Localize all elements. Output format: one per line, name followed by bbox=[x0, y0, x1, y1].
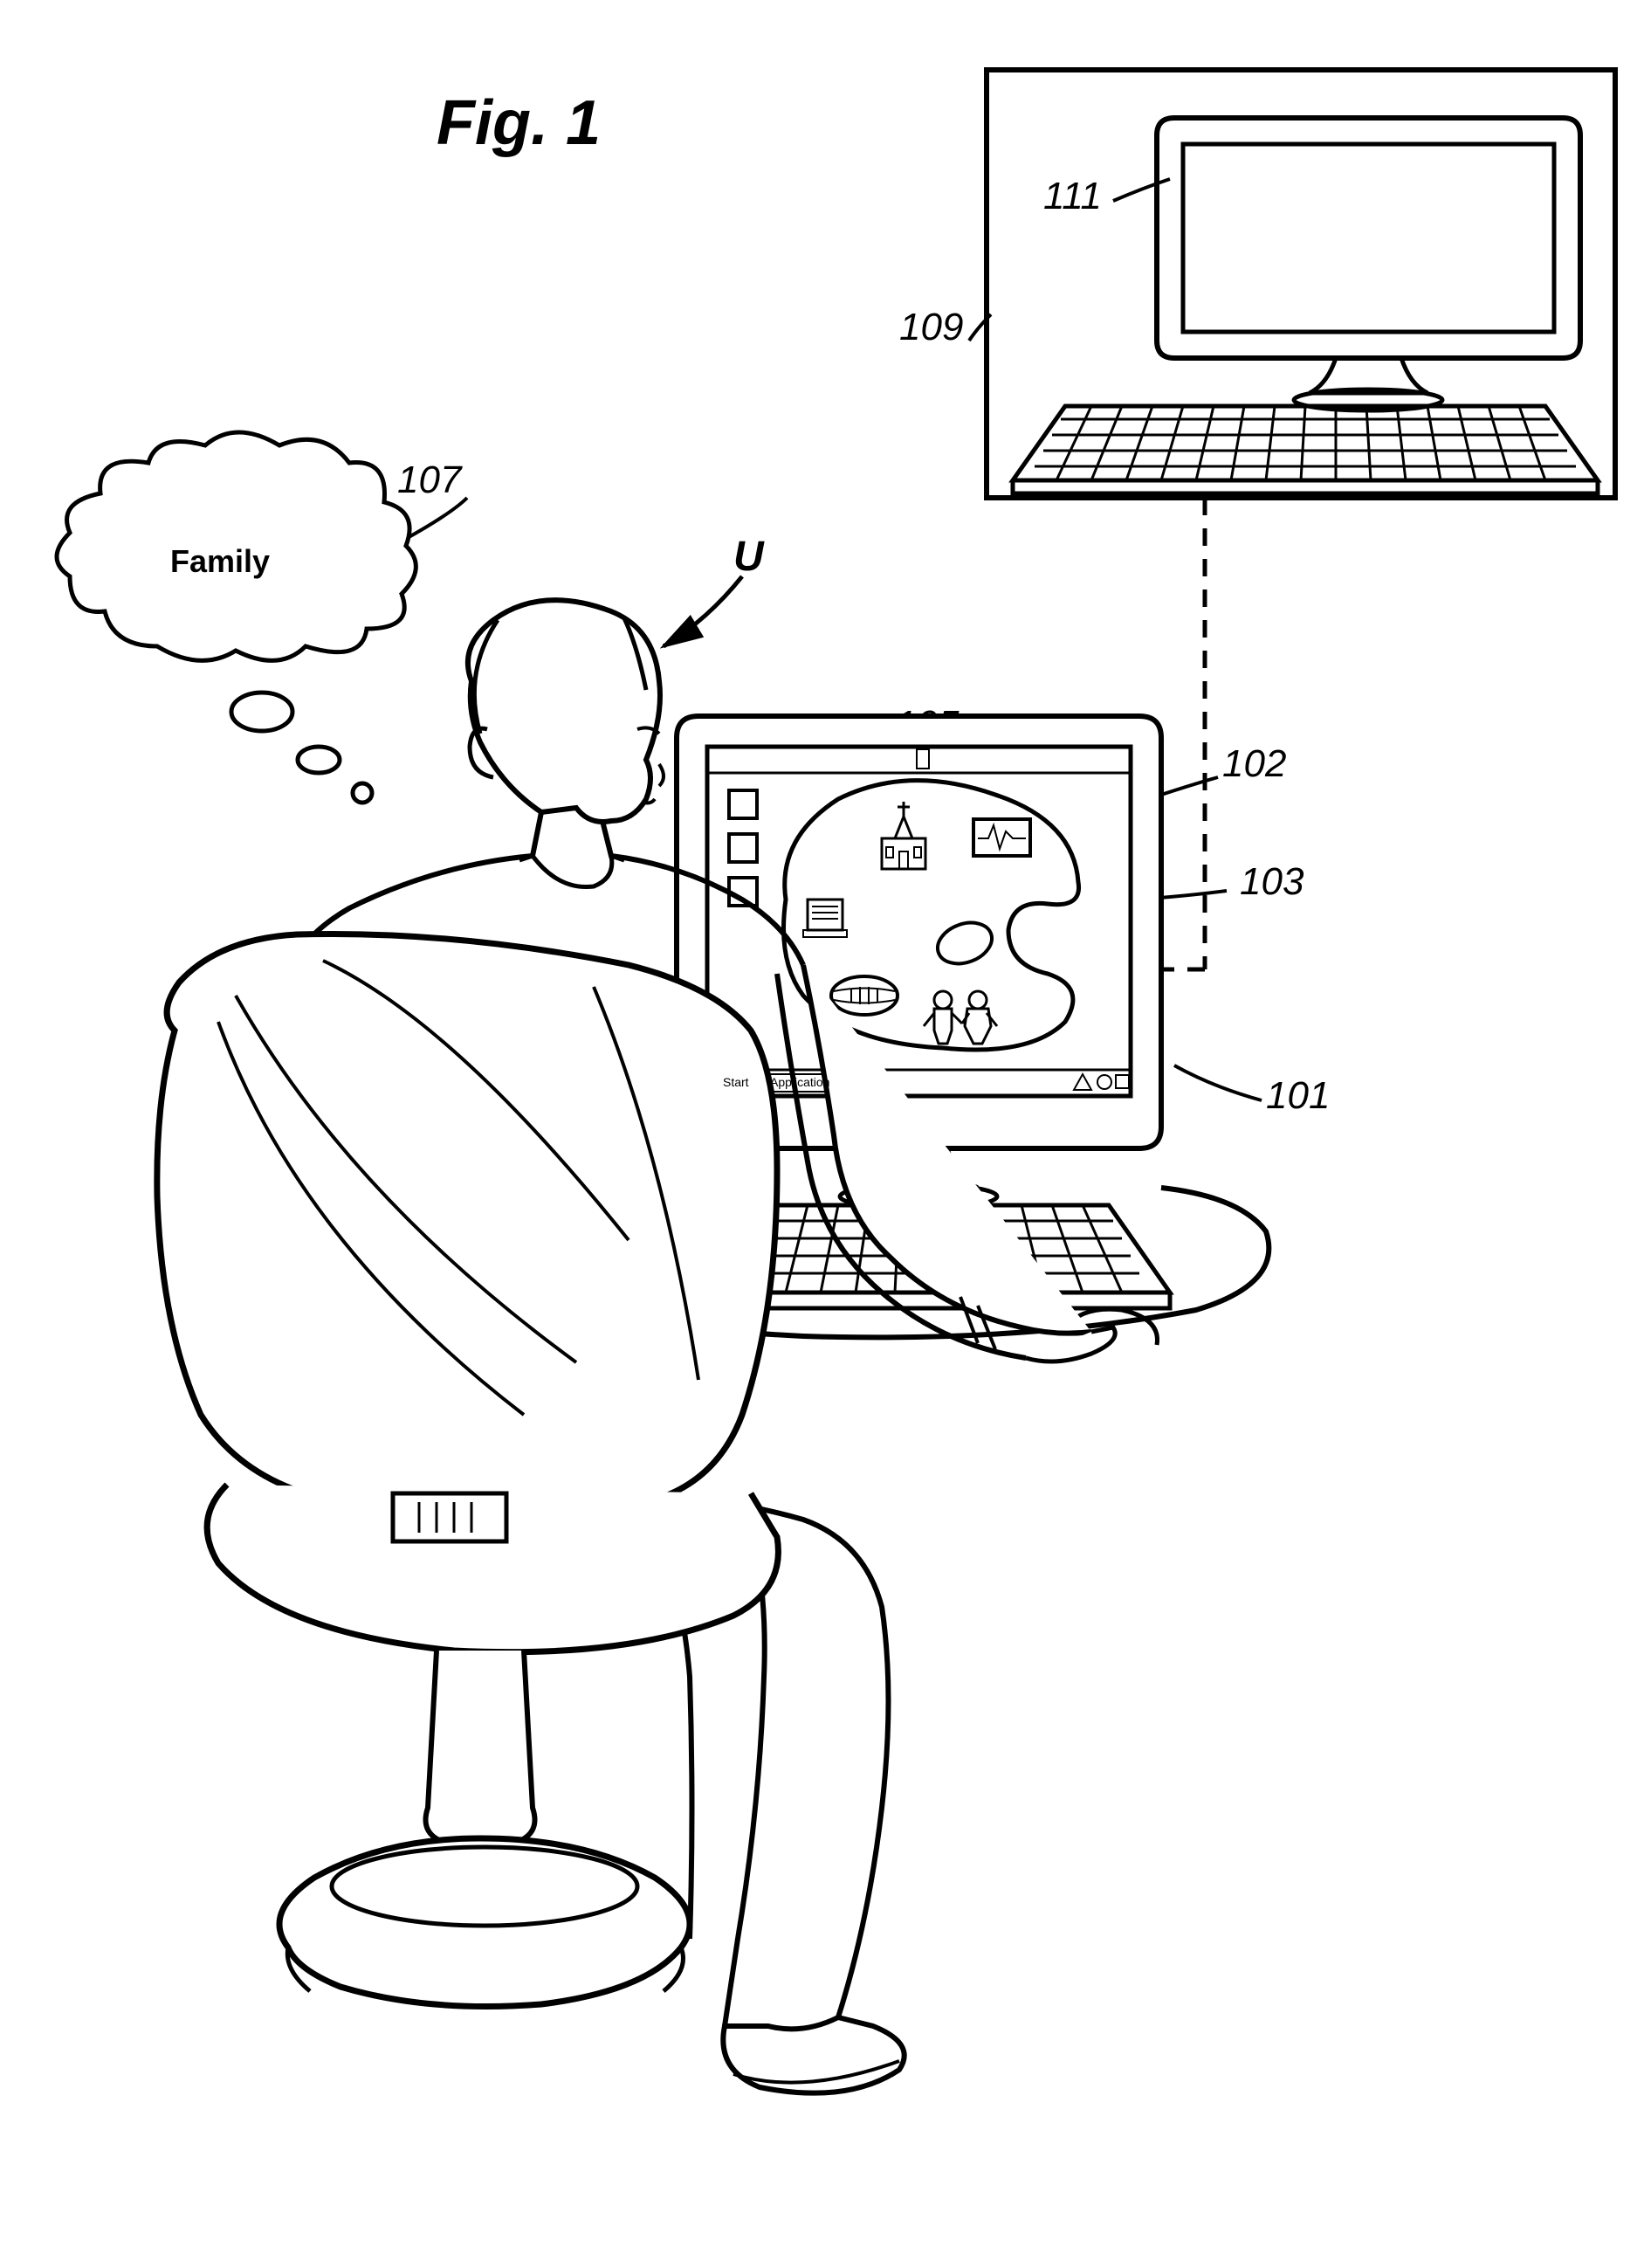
thought-text-svg: Family bbox=[170, 543, 270, 579]
patent-figure-page: Fig. 1 U 107 111 109 105 102 103 101 bbox=[17, 17, 1644, 2251]
thought-bubble: Family bbox=[57, 432, 416, 803]
taskbar-app-text: Application bbox=[770, 1075, 830, 1089]
user-arrow bbox=[664, 576, 742, 646]
figure-illustration: Family bbox=[17, 17, 1644, 2251]
leader-101 bbox=[1174, 1065, 1262, 1100]
taskbar-start-text: Start bbox=[723, 1075, 749, 1089]
remote-computer bbox=[987, 70, 1615, 498]
office-chair bbox=[157, 934, 779, 2006]
leader-111 bbox=[1113, 179, 1170, 201]
